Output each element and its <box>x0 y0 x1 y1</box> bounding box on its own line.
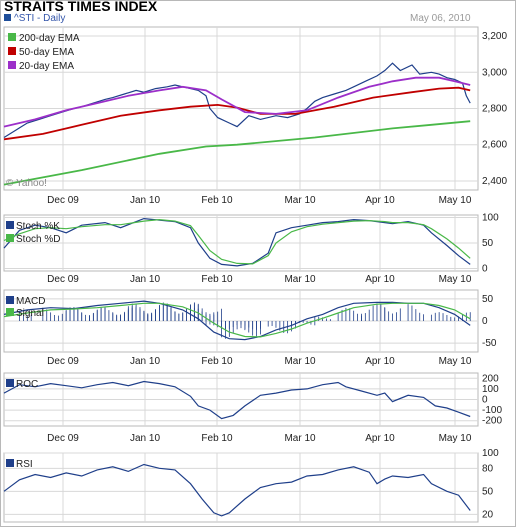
legend-label-ema20: 20-day EMA <box>19 61 74 72</box>
legend-swatch-roc <box>6 379 14 387</box>
x-tick-label: Dec 09 <box>47 195 79 206</box>
x-tick-label: Mar 10 <box>284 195 316 206</box>
x-tick-label: Dec 09 <box>47 433 79 444</box>
x-tick-label: Mar 10 <box>284 356 316 367</box>
panel-macd: -50 0 50 Dec 09 Jan 10 Feb 10 Mar 10 Apr 10 May … <box>3 289 497 367</box>
technical-chart: 2,400 2,600 2,800 3,000 3,200 Dec 09 Jan 10 Feb… <box>3 26 507 523</box>
legend-swatch-ema20 <box>8 61 16 69</box>
y-tick-label: 0 <box>482 316 488 327</box>
x-tick-label: Apr 10 <box>365 356 395 367</box>
panel-stochastic: 0 50 100 Dec 09 Jan 10 Feb 10 Mar 10 Apr 10 May … <box>3 213 499 285</box>
legend-swatch-stoch_k <box>6 221 14 229</box>
y-tick-label: 3,200 <box>482 31 507 42</box>
x-tick-label: Feb 10 <box>201 274 233 285</box>
y-tick-label: 100 <box>482 448 499 459</box>
y-tick-label: -200 <box>482 416 502 427</box>
y-tick-label: 0 <box>482 263 488 274</box>
y-tick-label: 50 <box>482 294 494 305</box>
legend-swatch-macd <box>6 296 14 304</box>
y-tick-label: 80 <box>482 463 494 474</box>
y-tick-label: 0 <box>482 395 488 406</box>
x-tick-label: Feb 10 <box>201 356 233 367</box>
x-tick-label: May 10 <box>439 195 472 206</box>
x-tick-label: Dec 09 <box>47 274 79 285</box>
y-tick-label: 3,000 <box>482 67 507 78</box>
y-tick-label: 20 <box>482 509 494 520</box>
legend-swatch-signal <box>6 308 14 316</box>
x-tick-label: Dec 09 <box>47 356 79 367</box>
yahoo-watermark: © Yahoo! <box>6 178 47 189</box>
x-tick-label: May 10 <box>439 274 472 285</box>
x-tick-label: Jan 10 <box>130 433 160 444</box>
y-tick-label: 100 <box>482 213 499 224</box>
legend-label-stoch_d: Stoch %D <box>16 234 60 245</box>
panel-price: 2,400 2,600 2,800 3,000 3,200 Dec 09 Jan 10 Feb… <box>3 26 507 206</box>
x-tick-label: Mar 10 <box>284 433 316 444</box>
y-tick-label: 50 <box>482 486 494 497</box>
legend-swatch-rsi <box>6 459 14 467</box>
legend-label-ema200: 200-day EMA <box>19 33 80 44</box>
y-tick-label: 2,600 <box>482 140 507 151</box>
x-tick-label: May 10 <box>439 356 472 367</box>
legend-swatch-ema200 <box>8 33 16 41</box>
legend-swatch-ema50 <box>8 47 16 55</box>
legend-label-macd: MACD <box>16 296 45 307</box>
x-tick-label: Jan 10 <box>130 195 160 206</box>
y-tick-label: -50 <box>482 338 497 349</box>
panel-rsi: 20 50 80 100 RSI <box>3 448 499 523</box>
y-tick-label: 2,400 <box>482 176 507 187</box>
x-tick-label: Mar 10 <box>284 274 316 285</box>
panel-roc: -200-1000100200 Dec 09 Jan 10 Feb 10 Mar 10 A… <box>3 372 502 444</box>
legend-label-signal: Signal <box>16 308 44 319</box>
legend-swatch-stoch_d <box>6 234 14 242</box>
y-tick-label: 50 <box>482 238 494 249</box>
y-tick-label: 2,800 <box>482 104 507 115</box>
y-tick-label: 200 <box>482 373 499 384</box>
x-tick-label: Apr 10 <box>365 195 395 206</box>
x-tick-label: Jan 10 <box>130 356 160 367</box>
x-tick-label: Apr 10 <box>365 433 395 444</box>
legend-label-ema50: 50-day EMA <box>19 47 74 58</box>
legend-label-roc: ROC <box>16 379 38 390</box>
x-tick-label: Feb 10 <box>201 433 233 444</box>
y-tick-label: -100 <box>482 405 502 416</box>
x-tick-label: May 10 <box>439 433 472 444</box>
x-tick-label: Feb 10 <box>201 195 233 206</box>
legend-label-rsi: RSI <box>16 459 33 470</box>
panel-rsi-border <box>3 452 479 523</box>
legend-label-stoch_k: Stoch %K <box>16 221 60 232</box>
y-tick-label: 100 <box>482 384 499 395</box>
x-tick-label: Jan 10 <box>130 274 160 285</box>
x-tick-label: Apr 10 <box>365 274 395 285</box>
